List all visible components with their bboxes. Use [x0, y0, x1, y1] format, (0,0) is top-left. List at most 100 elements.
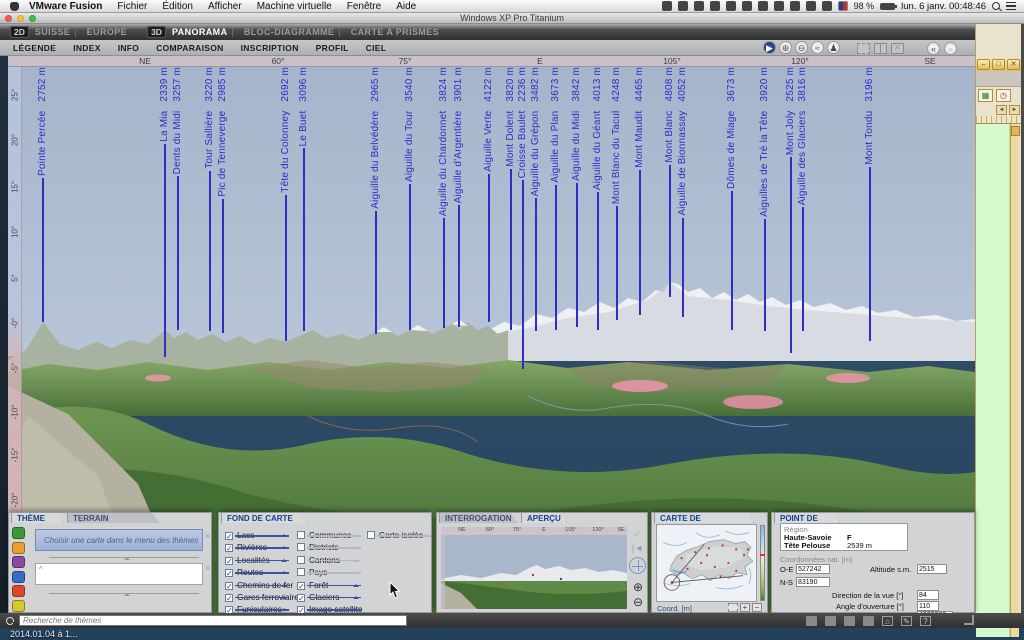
menu-inscription[interactable]: INSCRIPTION: [241, 43, 299, 53]
xp-scroll-thumb[interactable]: [1011, 126, 1020, 136]
frame-icon[interactable]: [728, 603, 738, 612]
nav-suisse[interactable]: SUISSE: [35, 27, 70, 37]
nav-3d[interactable]: 3D: [147, 26, 166, 38]
export-icon[interactable]: [863, 616, 874, 626]
home-button[interactable]: ⌂: [882, 616, 893, 626]
oe-field[interactable]: [796, 564, 830, 574]
theme-fauna-icon[interactable]: [12, 585, 25, 597]
layer-opacity-slider[interactable]: [307, 560, 361, 562]
back-icon[interactable]: |◄: [630, 543, 645, 555]
menu-l-gende[interactable]: LÉGENDE: [13, 43, 56, 53]
map-zoom-out-icon[interactable]: −: [752, 603, 762, 612]
theme-tourism-icon[interactable]: [12, 542, 25, 554]
switzerland-map[interactable]: [656, 524, 757, 602]
next-view-button[interactable]: »: [944, 42, 957, 55]
timemachine-icon[interactable]: [758, 1, 768, 11]
vmware-titlebar[interactable]: Windows XP Pro Titanium: [0, 13, 1024, 24]
input-language-flag-icon[interactable]: [838, 1, 848, 11]
resize-handle[interactable]: [49, 557, 199, 558]
menubar-clock[interactable]: lun. 6 janv. 00:48:46: [901, 1, 986, 12]
wifi-icon[interactable]: [806, 1, 816, 11]
print-icon[interactable]: [844, 616, 855, 626]
split-view-button[interactable]: [874, 43, 887, 54]
xp-tool-icon[interactable]: ▦: [978, 89, 993, 102]
notification-center-icon[interactable]: [1006, 2, 1016, 10]
xp-clock-icon[interactable]: ◷: [996, 89, 1011, 102]
spotlight-icon[interactable]: [992, 2, 1000, 10]
previous-view-button[interactable]: «: [927, 42, 940, 55]
menu-aide[interactable]: Aide: [396, 1, 416, 12]
nav-europe[interactable]: EUROPE: [87, 27, 127, 37]
observer-position-button[interactable]: ♟: [827, 41, 840, 54]
layer-opacity-slider[interactable]: [235, 572, 289, 574]
checkbox-carte-isol-e[interactable]: [367, 531, 375, 539]
close-view-button[interactable]: [891, 43, 904, 54]
nav-panorama[interactable]: PANORAMA: [172, 27, 228, 37]
windows-icon[interactable]: [694, 1, 704, 11]
clock-icon[interactable]: [742, 1, 752, 11]
menu-fen-tre[interactable]: Fenêtre: [347, 1, 381, 12]
layer-opacity-slider[interactable]: [235, 547, 289, 549]
layer-opacity-slider[interactable]: [235, 609, 289, 611]
select-arrow-button[interactable]: ▶: [763, 41, 776, 54]
layer-opacity-slider[interactable]: [307, 609, 361, 611]
spaces-icon[interactable]: [726, 1, 736, 11]
tab-apercu[interactable]: APERÇU: [521, 512, 567, 523]
layer-opacity-slider[interactable]: [307, 597, 361, 599]
vm-status-icon[interactable]: [662, 1, 672, 11]
theme-geology-icon[interactable]: [12, 556, 25, 568]
theme-flags-icon[interactable]: [12, 571, 25, 583]
desktop-file-label[interactable]: 2014.01.04 à 1...: [10, 629, 78, 639]
apple-menu-icon[interactable]: [10, 2, 19, 11]
menu-info[interactable]: INFO: [118, 43, 140, 53]
layer-opacity-slider[interactable]: [235, 597, 289, 599]
nav-bloc-diagramme[interactable]: BLOC-DIAGRAMME: [244, 27, 335, 37]
pan-hand-button[interactable]: ≈: [811, 41, 824, 54]
clear-icon[interactable]: ×: [205, 563, 210, 573]
zoom-in-button[interactable]: ⊕: [779, 41, 792, 54]
tab-interrogation[interactable]: INTERROGATION: [439, 512, 517, 523]
menu-comparaison[interactable]: COMPARAISON: [156, 43, 223, 53]
layer-opacity-slider[interactable]: [307, 547, 361, 549]
help-button[interactable]: ?: [920, 616, 931, 626]
shield-icon[interactable]: [678, 1, 688, 11]
menu-index[interactable]: INDEX: [73, 43, 100, 53]
arrow-left-icon[interactable]: ◄: [996, 105, 1007, 115]
open-file-icon[interactable]: [806, 616, 817, 626]
menu-profil[interactable]: PROFIL: [316, 43, 349, 53]
resize-handle[interactable]: [49, 593, 199, 594]
layer-opacity-slider[interactable]: [235, 585, 289, 587]
altitude-field[interactable]: [917, 564, 947, 574]
theme-energy-icon[interactable]: [12, 600, 25, 612]
xp-minimize-icon[interactable]: –: [977, 59, 990, 70]
arrow-right-icon[interactable]: ►: [1009, 105, 1020, 115]
layer-opacity-slider[interactable]: [307, 535, 361, 537]
xp-document-area[interactable]: [976, 124, 1010, 637]
measure-frame-button[interactable]: [857, 43, 870, 54]
tab-theme[interactable]: THÈME: [11, 512, 63, 523]
theme-maps-icon[interactable]: [12, 527, 25, 539]
apply-icon[interactable]: ✓: [630, 529, 645, 541]
dictation-icon[interactable]: [774, 1, 784, 11]
zoom-out-icon[interactable]: ⊖: [631, 596, 645, 609]
theme-dropdown[interactable]: Choisir une carte dans le menu des thème…: [35, 529, 203, 551]
edit-button[interactable]: ✎: [901, 616, 912, 626]
layer-opacity-slider[interactable]: [235, 560, 289, 562]
nav-carte-a-prismes[interactable]: CARTE A PRISMES: [351, 27, 439, 37]
nav-2d[interactable]: 2D: [10, 26, 29, 38]
xp-maximize-icon[interactable]: □: [992, 59, 1005, 70]
pan-control[interactable]: [629, 557, 646, 574]
direction-field[interactable]: [917, 590, 939, 600]
zoom-out-button[interactable]: ⊖: [795, 41, 808, 54]
layer-opacity-slider[interactable]: [307, 585, 361, 587]
arrows-icon[interactable]: [710, 1, 720, 11]
zoom-in-icon[interactable]: ⊕: [631, 581, 645, 594]
layer-opacity-slider[interactable]: [235, 535, 289, 537]
theme-list-box[interactable]: ^: [35, 563, 203, 585]
resize-grip[interactable]: [964, 615, 974, 625]
theme-search-input[interactable]: [19, 615, 407, 626]
menu-fichier[interactable]: Fichier: [117, 1, 147, 12]
layer-opacity-slider[interactable]: [307, 572, 361, 574]
menu--dition[interactable]: Édition: [162, 1, 193, 12]
menu-vmware-fusion[interactable]: VMware Fusion: [29, 1, 102, 12]
